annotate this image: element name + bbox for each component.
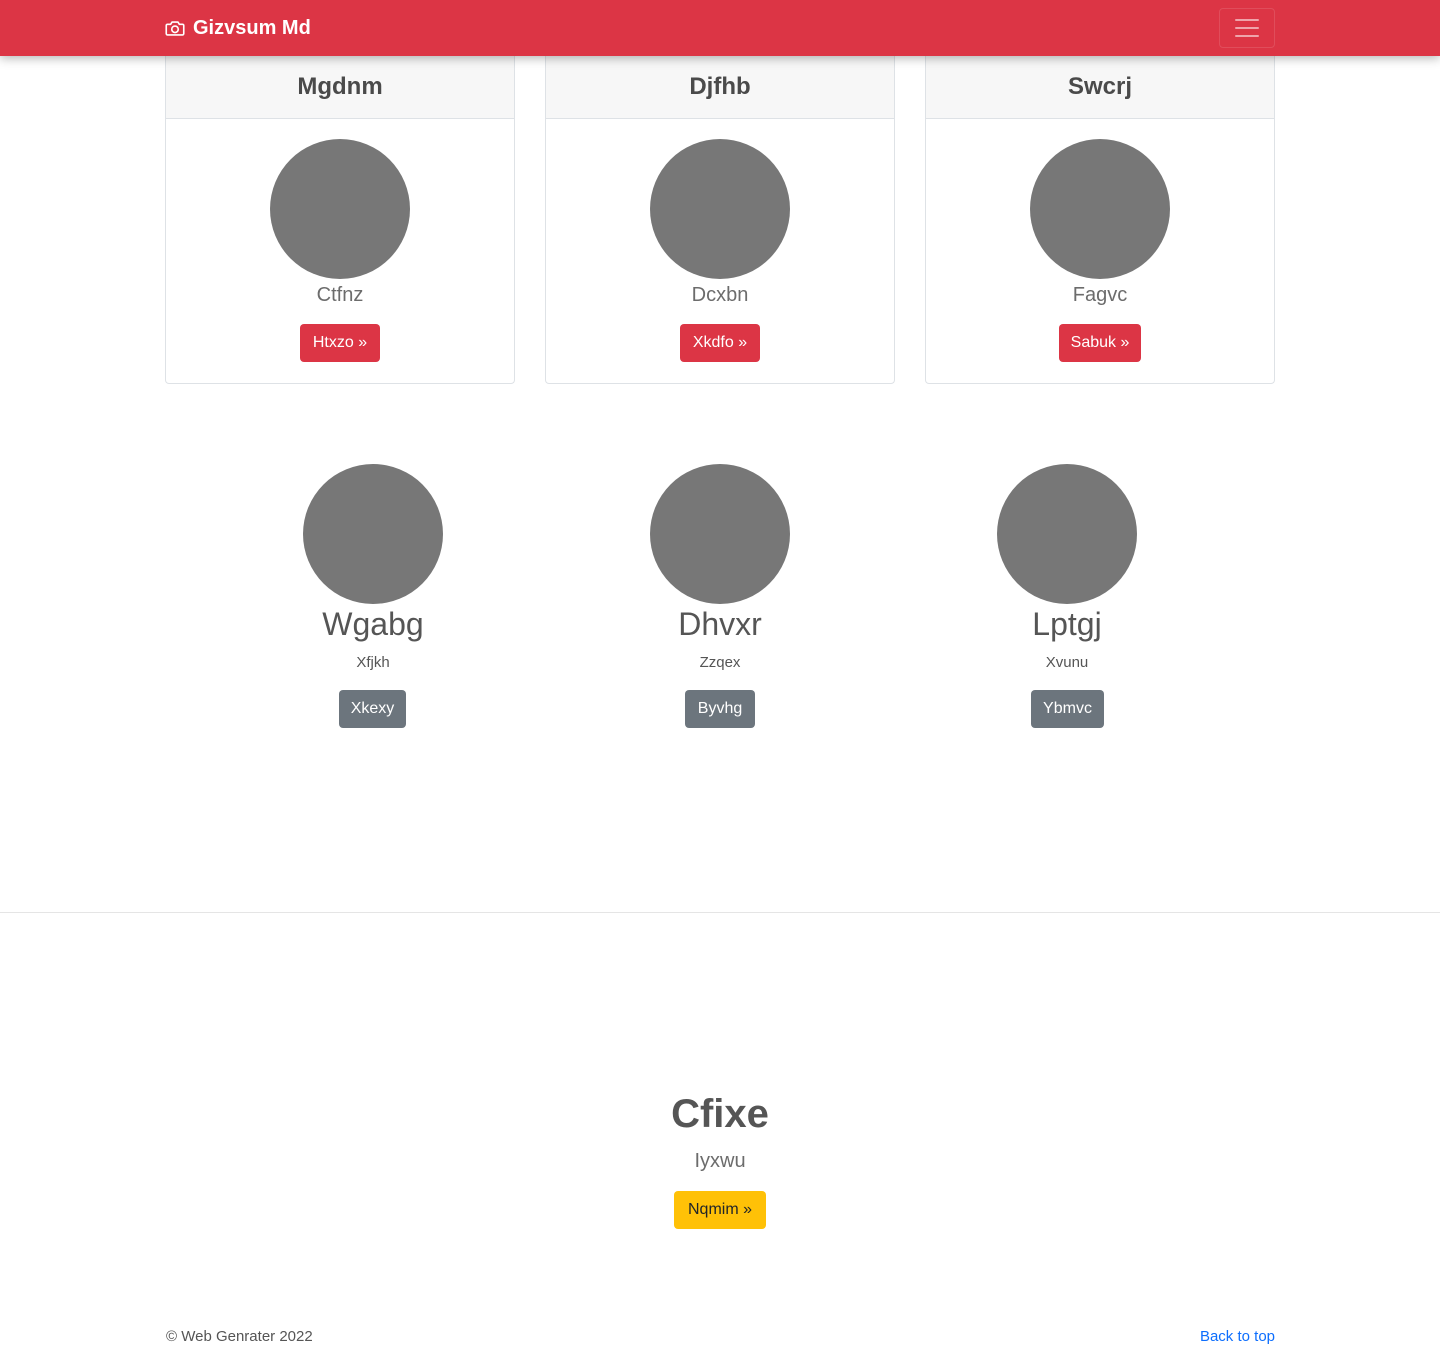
avatar: [1030, 139, 1170, 279]
avatar: [650, 139, 790, 279]
avatar: [997, 464, 1137, 604]
card-action-button[interactable]: Xkdfo »: [680, 324, 760, 362]
card-action-button[interactable]: Sabuk »: [1059, 324, 1141, 362]
card-header: Mgdnm: [166, 56, 514, 119]
hamburger-icon: [1235, 19, 1259, 21]
brand-name: Gizvsum Md: [193, 16, 311, 39]
person-action-button[interactable]: Ybmvc: [1031, 690, 1104, 728]
avatar: [303, 464, 443, 604]
hero-title: Cfixe: [671, 1092, 769, 1136]
card-subtitle: Dcxbn: [691, 284, 749, 306]
camera-icon: [165, 21, 185, 36]
person-subtitle: Xfjkh: [356, 654, 390, 671]
person-subtitle: Xvunu: [1045, 654, 1089, 671]
avatar: [650, 464, 790, 604]
hero-action-button[interactable]: Nqmim »: [674, 1191, 766, 1229]
card-subtitle: Fagvc: [1072, 284, 1128, 306]
navbar: Gizvsum Md: [0, 0, 1440, 56]
person-subtitle: Zzqex: [699, 654, 741, 671]
footer-copyright: © Web Genrater 2022: [166, 1328, 313, 1345]
back-to-top-link[interactable]: Back to top: [1200, 1328, 1275, 1345]
card-header: Swcrj: [926, 56, 1274, 119]
card: Djfhb Dcxbn Xkdfo »: [545, 56, 895, 384]
person-action-button[interactable]: Byvhg: [685, 690, 755, 728]
person-item: Lptgj Xvunu Ybmvc: [947, 464, 1187, 734]
navbar-toggler-button[interactable]: [1219, 8, 1275, 48]
hero-subtitle: Iyxwu: [694, 1150, 746, 1172]
card-header: Djfhb: [546, 56, 894, 119]
person-item: Dhvxr Zzqex Byvhg: [600, 464, 840, 734]
section-divider: [0, 912, 1440, 913]
person-name: Wgabg: [322, 606, 424, 642]
person-name: Lptgj: [1032, 606, 1102, 642]
person-action-button[interactable]: Xkexy: [339, 690, 406, 728]
person-name: Dhvxr: [678, 606, 762, 642]
brand-link[interactable]: Gizvsum Md: [165, 16, 311, 40]
card: Swcrj Fagvc Sabuk »: [925, 56, 1275, 384]
avatar: [270, 139, 410, 279]
card-action-button[interactable]: Htxzo »: [300, 324, 380, 362]
person-item: Wgabg Xfjkh Xkexy: [253, 464, 493, 734]
card-subtitle: Ctfnz: [316, 284, 364, 306]
card: Mgdnm Ctfnz Htxzo »: [165, 56, 515, 384]
